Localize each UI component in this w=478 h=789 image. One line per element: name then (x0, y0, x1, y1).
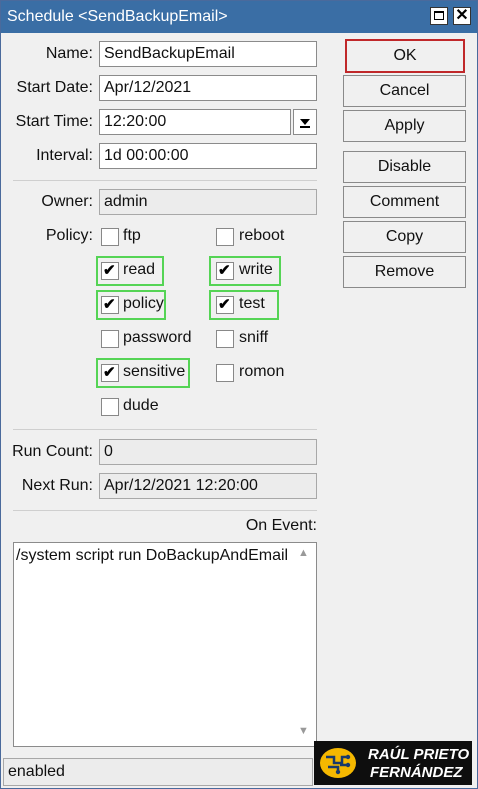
policy-checkbox-sensitive[interactable]: ✔ (101, 364, 119, 382)
apply-button[interactable]: Apply (343, 110, 466, 142)
logo-line-2: FERNÁNDEZ (370, 764, 463, 781)
logo-line-1: RAÚL PRIETO (368, 746, 470, 763)
policy-checkbox-reboot[interactable] (216, 228, 234, 246)
policy-label: Policy: (45, 227, 93, 244)
next-run-field: Apr/12/2021 12:20:00 (99, 473, 317, 499)
policy-checkbox-policy[interactable]: ✔ (101, 296, 119, 314)
policy-checkbox-write[interactable]: ✔ (216, 262, 234, 280)
scroll-up-icon[interactable]: ▲ (298, 547, 309, 559)
remove-button[interactable]: Remove (343, 256, 466, 288)
owner-field: admin (99, 189, 317, 215)
policy-label-write: write (239, 261, 273, 278)
policy-label-policy: policy (123, 295, 164, 312)
start-date-field[interactable]: Apr/12/2021 (99, 75, 317, 101)
scroll-down-icon[interactable]: ▼ (298, 725, 309, 737)
close-icon[interactable]: ✕ (453, 7, 471, 25)
policy-label-password: password (123, 329, 192, 346)
policy-label-dude: dude (123, 397, 159, 414)
policy-label-read: read (123, 261, 156, 278)
window-title: Schedule <SendBackupEmail> (7, 8, 228, 25)
start-time-field[interactable]: 12:20:00 (99, 109, 291, 135)
policy-checkbox-sniff[interactable] (216, 330, 234, 348)
interval-label: Interval: (36, 147, 93, 164)
checkmark-icon: ✔ (218, 262, 231, 279)
run-count-field: 0 (99, 439, 317, 465)
arrow-down-icon (300, 119, 310, 128)
policy-label-sniff: sniff (239, 329, 269, 346)
status-bar: enabled (3, 758, 313, 786)
policy-checkbox-dude[interactable] (101, 398, 119, 416)
policy-label-reboot: reboot (239, 227, 285, 244)
separator (13, 510, 317, 511)
start-time-label: Start Time: (15, 113, 93, 130)
maximize-icon[interactable] (430, 7, 448, 25)
policy-label-test: test (239, 295, 265, 312)
start-time-dropdown-button[interactable] (293, 109, 317, 135)
interval-field[interactable]: 1d 00:00:00 (99, 143, 317, 169)
separator (13, 429, 317, 430)
ok-button[interactable]: OK (345, 39, 465, 73)
run-count-label: Run Count: (12, 443, 93, 460)
policy-label-sensitive: sensitive (123, 363, 186, 380)
start-date-label: Start Date: (16, 79, 93, 96)
copy-button[interactable]: Copy (343, 221, 466, 253)
policy-checkbox-romon[interactable] (216, 364, 234, 382)
policy-label-romon: romon (239, 363, 285, 380)
checkmark-icon: ✔ (103, 296, 116, 313)
policy-label-ftp: ftp (123, 227, 141, 244)
name-field[interactable]: SendBackupEmail (99, 41, 317, 67)
cancel-button[interactable]: Cancel (343, 75, 466, 107)
owner-label: Owner: (41, 193, 93, 210)
on-event-textarea[interactable]: /system script run DoBackupAndEmail (13, 542, 317, 747)
next-run-label: Next Run: (21, 477, 93, 494)
policy-checkbox-read[interactable]: ✔ (101, 262, 119, 280)
policy-checkbox-ftp[interactable] (101, 228, 119, 246)
checkmark-icon: ✔ (218, 296, 231, 313)
separator (13, 180, 317, 181)
policy-checkbox-test[interactable]: ✔ (216, 296, 234, 314)
comment-button[interactable]: Comment (343, 186, 466, 218)
checkmark-icon: ✔ (103, 262, 116, 279)
disable-button[interactable]: Disable (343, 151, 466, 183)
schedule-window: Schedule <SendBackupEmail> ✕ Name: SendB… (0, 0, 478, 789)
brain-logo-icon (320, 748, 356, 778)
policy-checkbox-password[interactable] (101, 330, 119, 348)
title-bar[interactable]: Schedule <SendBackupEmail> ✕ (1, 1, 477, 33)
on-event-label: On Event: (245, 517, 317, 534)
name-label: Name: (45, 45, 93, 62)
author-logo: RAÚL PRIETO FERNÁNDEZ (314, 741, 472, 785)
checkmark-icon: ✔ (103, 364, 116, 381)
